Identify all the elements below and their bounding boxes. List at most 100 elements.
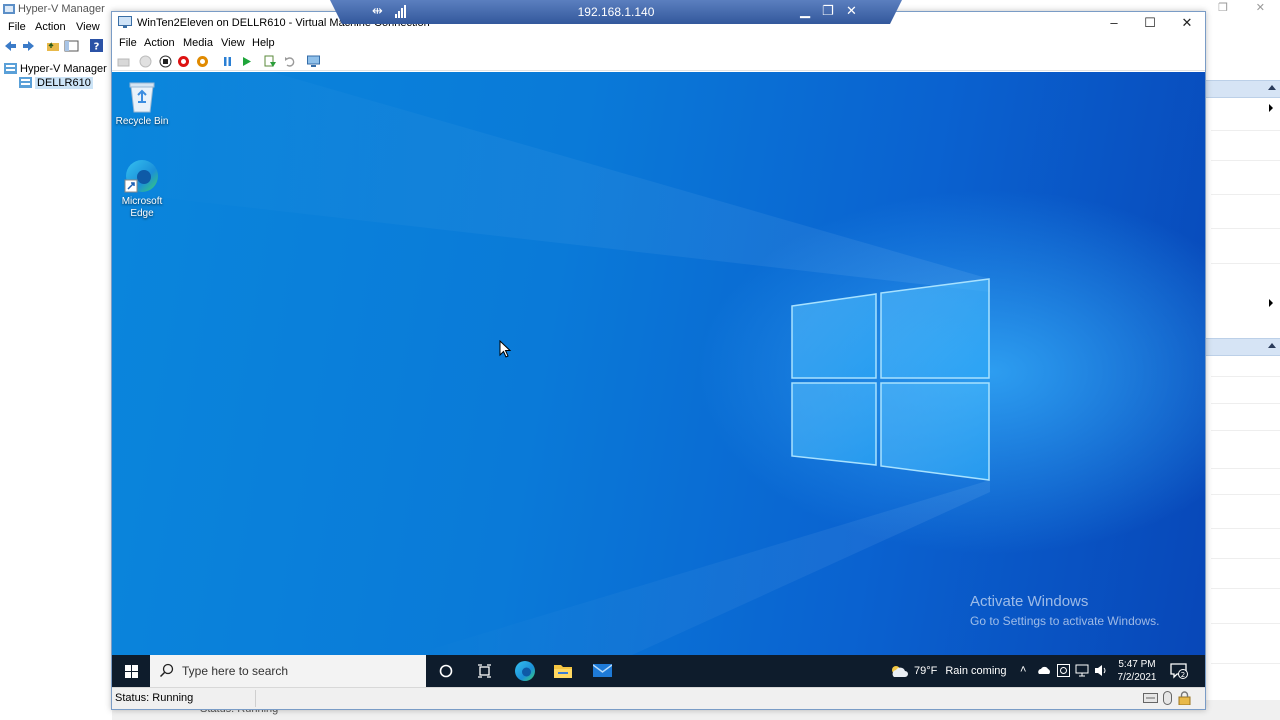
lock-icon (1178, 691, 1191, 705)
windows-logo-wallpaper (112, 72, 990, 655)
vm-statusbar: Status: Running (112, 687, 1205, 709)
vm-menu-action[interactable]: Action (144, 37, 175, 49)
divider (1211, 588, 1280, 589)
close-button[interactable]: ✕ (1169, 13, 1205, 33)
vm-menu-view[interactable]: View (221, 37, 245, 49)
divider (1211, 623, 1280, 624)
hyperv-toolbar: ? (0, 38, 112, 55)
hyperv-title: Hyper-V Manager (18, 3, 105, 15)
vm-connection-icon (118, 16, 132, 28)
desktop-icon-microsoft-edge[interactable]: Microsoft Edge (112, 158, 172, 220)
cortana-button[interactable] (427, 655, 465, 687)
collapse-icon[interactable] (1268, 343, 1276, 348)
desktop-icon-recycle-bin[interactable]: Recycle Bin (112, 80, 172, 128)
taskbar-search-box[interactable]: Type here to search (150, 655, 426, 687)
show-hidden-icons-chevron-up-icon[interactable]: ˄ (1020, 664, 1026, 676)
restore-icon[interactable]: ❐ (822, 4, 834, 18)
save-state-icon[interactable] (196, 55, 209, 68)
cloudy-weather-icon (892, 666, 908, 677)
divider (1211, 494, 1280, 495)
divider (1211, 160, 1280, 161)
volume-icon[interactable] (1094, 664, 1108, 677)
vm-connection-window: WinTen2Eleven on DELLR610 - Virtual Mach… (111, 11, 1206, 710)
clock-date: 7/2/2021 (1117, 672, 1157, 683)
vm-menu-file[interactable]: File (119, 37, 137, 49)
hyperv-tree-pane: Hyper-V Manager DELLR610 (0, 58, 112, 698)
minimize-button[interactable]: – (1096, 13, 1132, 33)
maximize-button[interactable]: ☐ (1132, 13, 1168, 33)
hyperv-menubar: File Action View (0, 19, 112, 36)
server-icon (19, 77, 32, 88)
start-icon[interactable] (139, 55, 152, 68)
divider (1211, 194, 1280, 195)
divider (1211, 130, 1280, 131)
turn-off-icon[interactable] (159, 55, 172, 68)
close-icon[interactable]: ✕ (846, 4, 857, 18)
collapse-icon[interactable] (1268, 85, 1276, 90)
network-icon[interactable] (1075, 664, 1089, 677)
actions-header[interactable] (1206, 80, 1280, 98)
mouse-icon (1163, 691, 1172, 705)
hv-menu-action[interactable]: Action (35, 21, 66, 33)
divider (1211, 263, 1280, 264)
resume-icon[interactable] (240, 55, 253, 68)
shut-down-icon[interactable] (177, 55, 190, 68)
help-icon[interactable]: ? (90, 39, 103, 52)
svg-text:?: ? (94, 42, 100, 53)
file-explorer-icon (554, 665, 572, 678)
activate-windows-watermark: Activate Windows Go to Settings to activ… (970, 593, 1159, 628)
tree-label-root: Hyper-V Manager (20, 62, 107, 75)
revert-icon[interactable] (283, 55, 296, 68)
desktop-icon-label: Microsoft Edge (121, 196, 163, 219)
security-icon[interactable] (1057, 664, 1070, 677)
restore-icon[interactable]: ❐ (1218, 1, 1228, 14)
weather-widget[interactable]: 79°F Rain coming (890, 661, 1007, 681)
tree-label-server: DELLR610 (35, 76, 93, 89)
show-hide-tree-icon[interactable] (64, 40, 79, 52)
up-folder-icon[interactable] (46, 40, 60, 52)
submenu-arrow-icon[interactable] (1269, 104, 1273, 112)
task-view-icon (478, 664, 491, 678)
divider (1211, 430, 1280, 431)
close-icon[interactable]: ✕ (1256, 1, 1265, 14)
divider (1211, 376, 1280, 377)
ctrl-alt-del-icon[interactable] (117, 55, 130, 68)
guest-desktop[interactable]: Recycle Bin Microsoft Edge Activate Wind… (112, 72, 1205, 655)
forward-arrow-icon[interactable] (22, 40, 35, 52)
vm-toolbar (112, 53, 1205, 71)
notification-center-icon[interactable]: 2 (1170, 663, 1188, 679)
taskbar-file-explorer-button[interactable] (544, 655, 582, 687)
vm-menu-media[interactable]: Media (183, 37, 213, 49)
hv-menu-view[interactable]: View (76, 21, 100, 33)
enhanced-session-icon[interactable] (307, 55, 320, 68)
keyboard-icon (1143, 693, 1158, 703)
pause-icon[interactable] (221, 55, 234, 68)
search-placeholder: Type here to search (182, 664, 289, 678)
divider (1211, 403, 1280, 404)
tree-item-hyperv-manager[interactable]: Hyper-V Manager (4, 62, 107, 75)
divider (255, 690, 256, 707)
recycle-bin-icon (129, 82, 155, 113)
divider (1211, 528, 1280, 529)
hyperv-actions-pane (1205, 58, 1280, 718)
hv-menu-file[interactable]: File (8, 21, 26, 33)
taskbar-edge-button[interactable] (505, 655, 543, 687)
checkpoint-icon[interactable] (264, 55, 277, 68)
task-view-button[interactable] (465, 655, 503, 687)
weather-description: Rain coming (945, 665, 1007, 677)
taskbar-mail-button[interactable] (583, 655, 621, 687)
submenu-arrow-icon[interactable] (1269, 299, 1273, 307)
vm-menu-help[interactable]: Help (252, 37, 275, 49)
edge-icon (515, 661, 535, 681)
tree-item-dellr610[interactable]: DELLR610 (19, 76, 93, 89)
system-clock[interactable]: 5:47 PM 7/2/2021 (1115, 658, 1159, 684)
start-button[interactable] (112, 655, 150, 687)
remote-connection-bar[interactable]: ⇹ 192.168.1.140 ▁ ❐ ✕ (330, 0, 902, 24)
divider (1211, 663, 1280, 664)
onedrive-icon[interactable] (1037, 666, 1051, 675)
back-arrow-icon[interactable] (4, 40, 17, 52)
actions-header-vm[interactable] (1206, 338, 1280, 356)
vm-status-text: Status: Running (115, 692, 194, 704)
hyperv-app-icon (3, 4, 15, 14)
minimize-icon[interactable]: ▁ (800, 4, 810, 18)
